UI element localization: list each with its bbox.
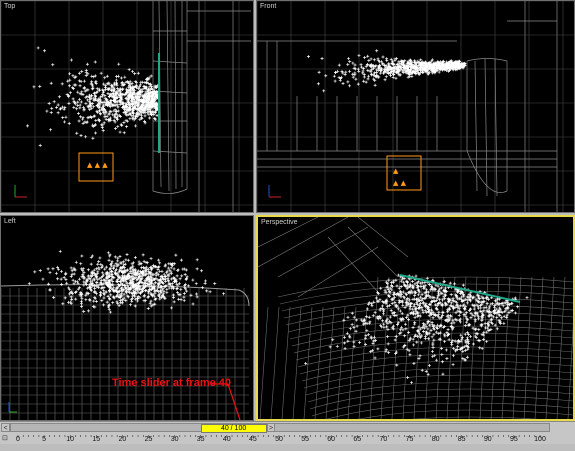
ruler-tick-label: 55: [301, 436, 309, 443]
ruler-tick-label: 15: [92, 436, 101, 443]
ruler-tick-label: 80: [431, 436, 440, 443]
time-slider-track[interactable]: < 40 / 100 >: [1, 423, 550, 433]
ruler-tick-label: 90: [483, 436, 492, 443]
ruler-tick-label: 40: [222, 436, 231, 443]
ruler-tick-label: 35: [196, 436, 205, 443]
ruler-tick-label: 5: [42, 436, 47, 443]
particles: [306, 49, 467, 93]
ruler-tick-label: 0: [16, 436, 20, 443]
track-view-icon[interactable]: ⊡: [2, 434, 10, 442]
annotation-pointer: [212, 383, 241, 421]
viewport-label-front[interactable]: Front: [260, 3, 276, 10]
viewport-top[interactable]: Top ▲ ▲ ▲: [0, 0, 254, 213]
viewport-label-left[interactable]: Left: [4, 218, 16, 225]
time-bar: ⊡ < 40 / 100 > 0 5 10 15 20 25 30 35 40 45 50 55 60 6…: [0, 421, 575, 444]
wall-mesh: [152, 1, 251, 212]
ruler-tick-label: 85: [457, 436, 466, 443]
ruler-tick-label: 45: [248, 436, 257, 443]
building-wireframe: [258, 217, 409, 298]
viewport-label-perspective[interactable]: Perspective: [261, 219, 298, 226]
axis-tripod: [268, 185, 281, 198]
viewport-front[interactable]: Front ▲ ▲ ▲: [256, 0, 575, 213]
viewport-perspective[interactable]: Perspective: [256, 215, 575, 421]
grid: [257, 1, 574, 212]
ruler-tick-label: 25: [144, 436, 153, 443]
front-scene: ▲ ▲ ▲: [257, 1, 574, 212]
ruler-tick-label: 70: [379, 436, 388, 443]
particles: [27, 249, 226, 314]
frame-ruler[interactable]: 0 5 10 15 20 25 30 35 40 45 50 55 60 65 70 75 80 85 90 95 10…: [10, 433, 550, 444]
particles: [25, 46, 160, 147]
ruler-tick-label: 95: [509, 436, 518, 443]
time-slider-thumb[interactable]: 40 / 100: [200, 424, 267, 433]
ruler-tick-label: 30: [170, 436, 179, 443]
top-scene: ▲ ▲ ▲: [1, 1, 253, 212]
ruler-tick-label: 20: [118, 436, 127, 443]
perspective-scene: [258, 217, 573, 419]
ruler-tick-label: 65: [353, 436, 362, 443]
prev-frame-button[interactable]: <: [1, 423, 10, 432]
svg-text:▲ ▲: ▲ ▲: [393, 179, 407, 187]
next-frame-button[interactable]: >: [267, 423, 275, 432]
ruler-tick-label: 10: [66, 436, 75, 443]
axis-tripod: [14, 185, 27, 198]
building-wireframe: [257, 1, 558, 212]
viewport-label-top[interactable]: Top: [4, 3, 15, 10]
ruler-tick-label: 100: [534, 436, 546, 443]
svg-text:▲ ▲ ▲: ▲ ▲ ▲: [87, 161, 108, 169]
ruler-tick-label: 50: [275, 436, 283, 443]
svg-text:▲: ▲: [393, 167, 399, 175]
ruler-tick-label: 75: [405, 436, 414, 443]
ruler-tick-label: 60: [327, 436, 336, 443]
